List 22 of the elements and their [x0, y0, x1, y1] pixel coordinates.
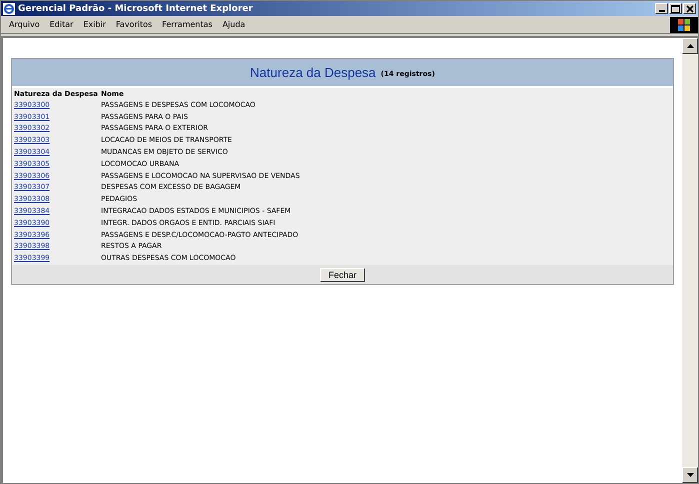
up-arrow-icon — [686, 44, 694, 48]
down-arrow-icon — [686, 473, 694, 477]
close-dialog-button[interactable]: Fechar — [320, 268, 364, 282]
menu-item[interactable]: Ajuda — [217, 20, 250, 29]
windows-flag-icon — [678, 18, 690, 30]
maximize-button[interactable] — [669, 3, 682, 14]
panel-title: Natureza da Despesa — [250, 65, 376, 80]
scroll-up-button[interactable] — [682, 38, 698, 54]
menu-item[interactable]: Arquivo — [4, 20, 45, 29]
scroll-down-button[interactable] — [682, 467, 698, 483]
browser-icon — [3, 2, 15, 14]
menu-item[interactable]: Exibir — [78, 20, 111, 29]
minimize-button[interactable] — [655, 3, 668, 14]
scrollbar[interactable] — [682, 38, 698, 483]
menu-item[interactable]: Ferramentas — [157, 20, 218, 29]
maximize-icon — [671, 4, 680, 12]
close-icon — [686, 4, 694, 12]
window-title: Gerencial Padrão - Microsoft Internet Explorer — [18, 4, 253, 14]
menu-item[interactable]: Favoritos — [110, 20, 158, 29]
minimize-icon — [658, 10, 664, 12]
close-button[interactable] — [683, 3, 696, 14]
menu-item[interactable]: Editar — [44, 20, 78, 29]
